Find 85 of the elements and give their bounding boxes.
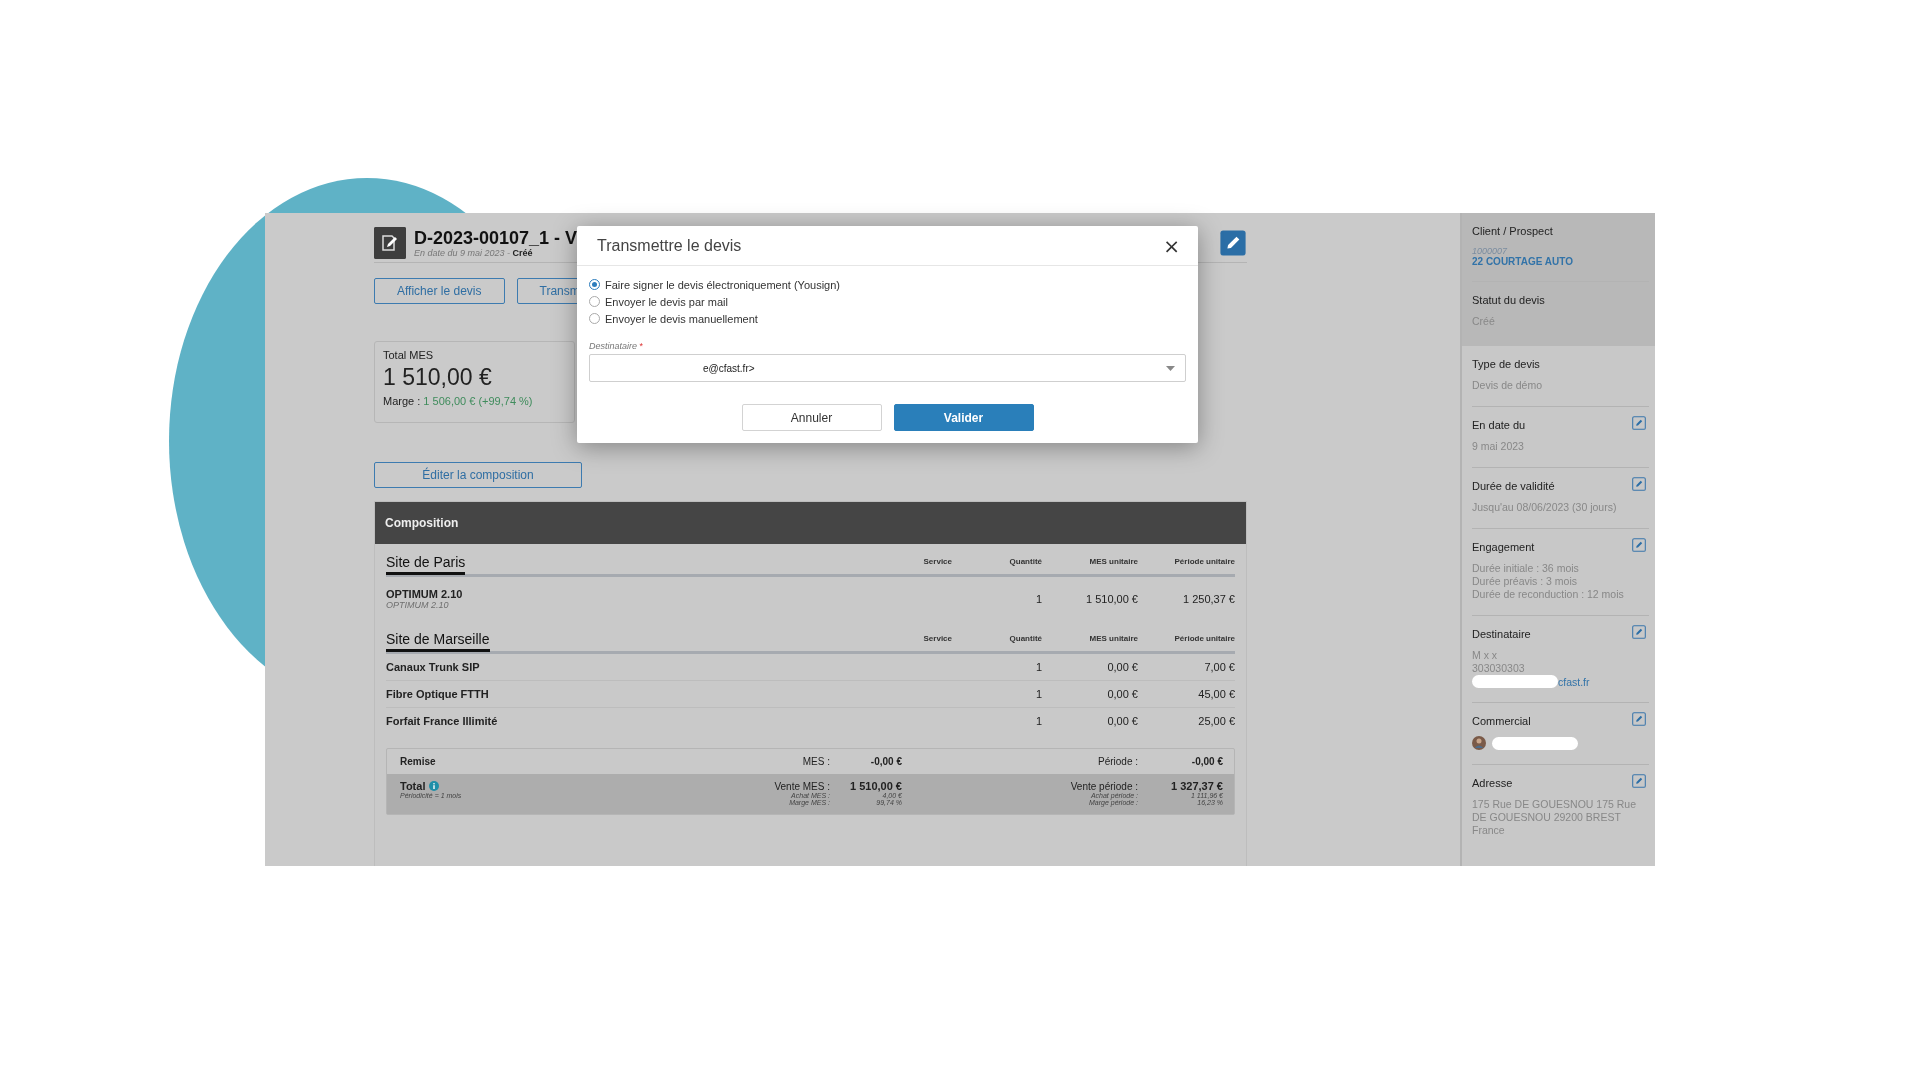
radio-label[interactable]: Envoyer le devis manuellement	[605, 312, 758, 325]
document-icon	[374, 226, 406, 259]
column-header: Service	[922, 634, 952, 645]
field-label: Statut du devis	[1472, 294, 1545, 306]
total-label: MES :	[801, 756, 830, 767]
table-cell-text: 1 510,00 €	[1085, 593, 1138, 605]
field-label: Durée de validité	[1472, 480, 1555, 492]
field-value: Devis de démo	[1472, 379, 1543, 392]
field-value: Jusqu'au 08/06/2023 (30 jours)	[1472, 501, 1617, 514]
edit-icon[interactable]	[1632, 625, 1646, 639]
table-cell-text: 0,00 €	[1106, 688, 1138, 700]
table-cell-text: 25,00 €	[1197, 715, 1235, 727]
field-label: Destinataire	[1472, 628, 1531, 640]
client-code: 1000007	[1472, 246, 1508, 256]
field-label: Engagement	[1472, 541, 1535, 553]
field-value: Durée initiale : 36 mois	[1472, 562, 1579, 575]
quote-title: D-2023-00107_1 - V	[414, 227, 578, 248]
column-header: MES unitaire	[1088, 557, 1138, 568]
panel-header: Composition	[375, 502, 1246, 544]
recipient-select[interactable]: e@cfast.fr>	[589, 354, 1186, 382]
table-cell-text: 7,00 €	[1203, 661, 1235, 673]
edit-icon[interactable]	[1632, 538, 1646, 552]
site-title: Site de Marseille	[386, 631, 490, 652]
column-header: MES unitaire	[1088, 634, 1138, 645]
edit-icon[interactable]	[1632, 477, 1646, 491]
card-label: Total MES	[383, 349, 435, 361]
edit-icon[interactable]	[1632, 712, 1646, 726]
field-value: Durée préavis : 3 mois	[1472, 575, 1578, 588]
table-cell-text: 45,00 €	[1197, 688, 1235, 700]
total-value: 1 327,37 €	[1170, 780, 1223, 792]
field-value: Durée de reconduction : 12 mois	[1472, 588, 1624, 601]
table-cell-text: 0,00 €	[1106, 715, 1138, 727]
field-label: Commercial	[1472, 715, 1531, 727]
close-button[interactable]: ×	[1163, 233, 1180, 258]
edit-icon[interactable]	[1632, 416, 1646, 430]
total-value: -0,00 €	[1190, 756, 1223, 767]
total-label: Période :	[1096, 756, 1138, 767]
product-name: OPTIMUM 2.10	[386, 588, 463, 600]
remise-label: Remise	[400, 756, 437, 767]
total-label: Vente période :	[1069, 780, 1138, 792]
field-value: 9 mai 2023	[1472, 440, 1524, 453]
dialog-title: Transmettre le devis	[597, 236, 742, 255]
product-name: Fibre Optique FTTH	[386, 688, 489, 700]
edit-icon[interactable]	[1632, 774, 1646, 788]
field-label: En date du	[1472, 419, 1526, 431]
field-label: Type de devis	[1472, 358, 1540, 370]
table-cell-text: 1	[1034, 593, 1042, 605]
field-value: 303030303	[1472, 662, 1525, 675]
field-value: M x x	[1472, 649, 1498, 662]
table-cell-text: 0,00 €	[1106, 661, 1138, 673]
radio-button[interactable]	[589, 296, 600, 307]
table-cell-text: 1 250,37 €	[1182, 593, 1235, 605]
dialog-button[interactable]: Annuler	[741, 404, 882, 431]
product-subtitle: OPTIMUM 2.10	[386, 600, 449, 610]
margin-text: Marge : 1 506,00 € (+99,74 %)	[383, 395, 534, 407]
caret-icon	[1166, 365, 1175, 371]
column-header: Quantité	[1008, 557, 1042, 568]
table-cell-text: 1	[1034, 715, 1042, 727]
column-header: Service	[922, 557, 952, 568]
total-amount: 1 510,00 €	[383, 364, 493, 391]
info-icon[interactable]	[429, 781, 440, 791]
avatar-icon	[1472, 736, 1486, 750]
column-header: Période unitaire	[1173, 634, 1235, 645]
field-label: Client / Prospect	[1472, 225, 1553, 237]
table-cell-text: 1	[1034, 688, 1042, 700]
column-header: Période unitaire	[1173, 557, 1235, 568]
total-value: -0,00 €	[869, 756, 902, 767]
total-value: 1 510,00 €	[849, 780, 902, 792]
site-title: Site de Paris	[386, 554, 466, 575]
table-cell-text: 1	[1034, 661, 1042, 673]
field-value: 175 Rue DE GOUESNOU 175 Rue DE GOUESNOU 29200 BREST France	[1472, 798, 1637, 837]
field-label: Destinataire *	[589, 341, 644, 351]
product-name: Forfait France Illimité	[386, 715, 498, 727]
column-header: Quantité	[1008, 634, 1042, 645]
quote-subtitle: En date du 9 mai 2023 - Créé	[414, 247, 533, 258]
radio-label[interactable]: Envoyer le devis par mail	[605, 295, 728, 308]
radio-button[interactable]	[589, 313, 600, 324]
edit-button[interactable]	[1219, 228, 1247, 257]
dialog-button[interactable]: Valider	[893, 404, 1034, 431]
radio-label[interactable]: Faire signer le devis électroniquement (Yousign)	[605, 278, 840, 291]
field-label: Adresse	[1472, 777, 1513, 789]
product-name: Canaux Trunk SIP	[386, 661, 480, 673]
radio-button[interactable]	[589, 279, 600, 290]
total-label: Vente MES :	[773, 780, 830, 792]
total-title: Total	[400, 780, 426, 792]
